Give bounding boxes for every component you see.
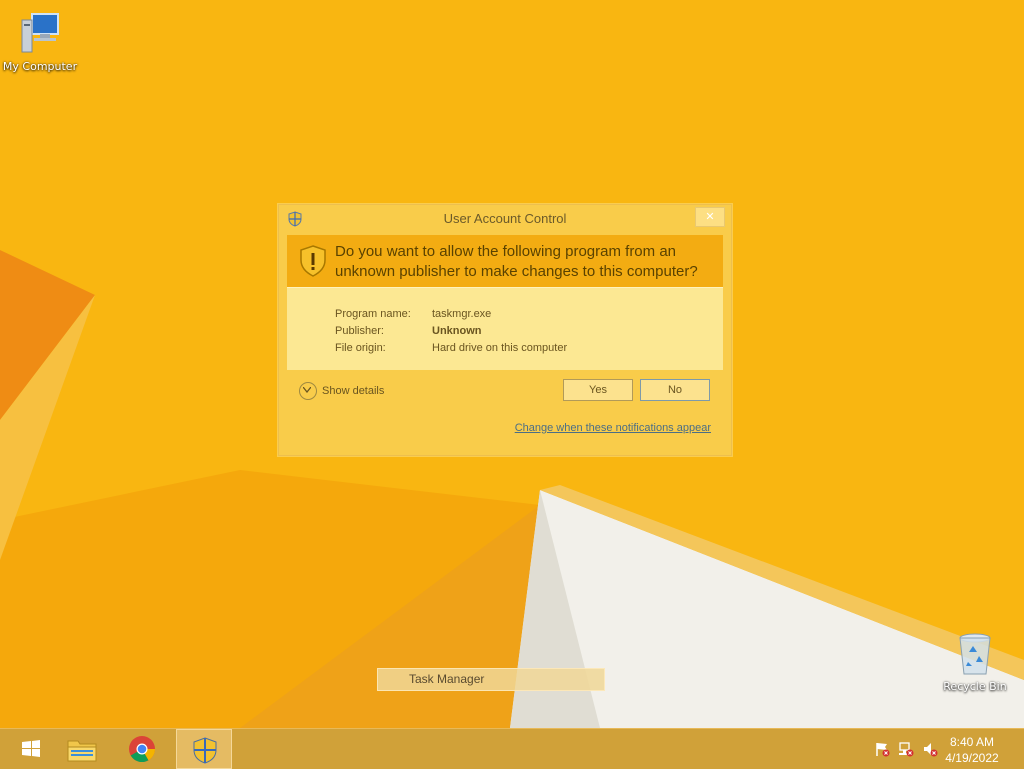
chrome-taskbar-button[interactable] bbox=[114, 729, 170, 769]
recycle-bin-desktop-icon[interactable]: Recycle Bin bbox=[935, 630, 1015, 693]
uac-title: User Account Control bbox=[443, 211, 567, 226]
field-label: File origin: bbox=[335, 342, 386, 354]
desktop-icon-label: My Computer bbox=[2, 60, 78, 73]
uac-dialog: User Account Control ✕ Do you want to al… bbox=[278, 204, 732, 456]
close-button[interactable]: ✕ bbox=[695, 207, 725, 227]
action-center-flag-icon[interactable] bbox=[874, 741, 890, 757]
program-name-row: Program name: taskmgr.exe bbox=[335, 308, 491, 320]
taskbar-thumbnail-label[interactable]: Task Manager bbox=[377, 668, 605, 691]
clock-date: 4/19/2022 bbox=[945, 751, 999, 765]
change-notifications-link[interactable]: Change when these notifications appear bbox=[515, 422, 711, 434]
publisher-row: Publisher: Unknown bbox=[335, 325, 482, 337]
network-icon[interactable] bbox=[898, 741, 914, 757]
file-explorer-taskbar-button[interactable] bbox=[54, 729, 110, 769]
yes-button[interactable]: Yes bbox=[563, 379, 633, 401]
system-clock[interactable]: 8:40 AM 4/19/2022 bbox=[942, 734, 1002, 766]
show-details-toggle[interactable]: Show details bbox=[299, 382, 384, 400]
thumbnail-title: Task Manager bbox=[409, 672, 485, 686]
field-label: Publisher: bbox=[335, 325, 384, 337]
field-value: Unknown bbox=[432, 325, 482, 337]
taskbar: 8:40 AM 4/19/2022 bbox=[0, 728, 1024, 769]
uac-taskbar-button[interactable] bbox=[176, 729, 232, 769]
uac-question: Do you want to allow the following progr… bbox=[335, 243, 698, 280]
field-value: taskmgr.exe bbox=[432, 308, 492, 320]
field-value: Hard drive on this computer bbox=[432, 342, 568, 354]
speaker-muted-icon[interactable] bbox=[922, 741, 938, 757]
desktop-icon-label: Recycle Bin bbox=[943, 680, 1007, 693]
recycle-bin-icon bbox=[951, 630, 999, 678]
start-button[interactable] bbox=[0, 729, 56, 769]
chevron-down-icon bbox=[299, 382, 317, 400]
my-computer-desktop-icon[interactable]: My Computer bbox=[0, 10, 80, 73]
chrome-icon bbox=[129, 736, 156, 763]
uac-header: Do you want to allow the following progr… bbox=[287, 235, 723, 287]
field-label: Program name: bbox=[335, 308, 411, 320]
file-explorer-icon bbox=[67, 740, 97, 762]
show-details-label: Show details bbox=[322, 385, 385, 397]
uac-program-info: Program name: taskmgr.exe Publisher: Unkno… bbox=[287, 287, 723, 370]
file-origin-row: File origin: Hard drive on this computer bbox=[335, 342, 567, 354]
windows-logo-icon bbox=[22, 740, 40, 757]
uac-shield-icon bbox=[193, 737, 217, 764]
no-button[interactable]: No bbox=[640, 379, 710, 401]
clock-time: 8:40 AM bbox=[949, 735, 995, 749]
warning-shield-icon bbox=[300, 245, 326, 277]
computer-icon bbox=[16, 10, 64, 58]
uac-titlebar[interactable]: User Account Control ✕ bbox=[279, 205, 731, 233]
